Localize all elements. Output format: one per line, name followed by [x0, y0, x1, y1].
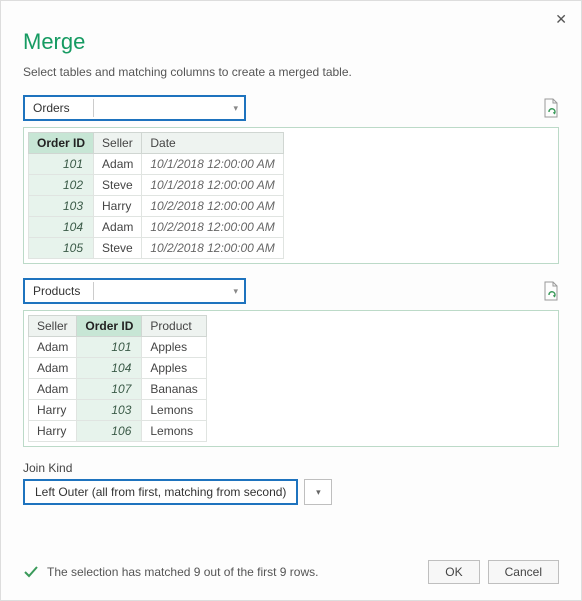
cell: 10/2/2018 12:00:00 AM [142, 238, 283, 259]
chevron-down-icon[interactable]: ▾ [94, 280, 244, 302]
cell: 101 [29, 154, 94, 175]
cell: Harry [29, 400, 77, 421]
cell: 10/1/2018 12:00:00 AM [142, 154, 283, 175]
cell: Apples [142, 337, 206, 358]
table-row[interactable]: 104Adam10/2/2018 12:00:00 AM [29, 217, 284, 238]
table-row[interactable]: Harry103Lemons [29, 400, 207, 421]
dialog-subtitle: Select tables and matching columns to cr… [23, 65, 559, 79]
column-header[interactable]: Date [142, 133, 283, 154]
column-header[interactable]: Seller [29, 316, 77, 337]
table-row[interactable]: Adam104Apples [29, 358, 207, 379]
table1-preview: Order IDSellerDate101Adam10/1/2018 12:00… [23, 127, 559, 264]
table-row[interactable]: 101Adam10/1/2018 12:00:00 AM [29, 154, 284, 175]
table2-picker[interactable]: Products ▾ [23, 278, 246, 304]
join-kind-select[interactable]: Left Outer (all from first, matching fro… [23, 479, 298, 505]
table-row[interactable]: Harry106Lemons [29, 421, 207, 442]
check-icon [23, 564, 39, 580]
table-row[interactable]: 103Harry10/2/2018 12:00:00 AM [29, 196, 284, 217]
cell: Adam [29, 337, 77, 358]
cell: Harry [29, 421, 77, 442]
column-header[interactable]: Product [142, 316, 206, 337]
cell: Steve [94, 175, 142, 196]
table1-picker[interactable]: Orders ▾ [23, 95, 246, 121]
browse-file-icon[interactable] [543, 281, 559, 301]
join-kind-label: Join Kind [23, 461, 559, 475]
browse-file-icon[interactable] [543, 98, 559, 118]
cancel-button[interactable]: Cancel [488, 560, 559, 584]
table1-name: Orders [25, 99, 93, 117]
cell: 10/1/2018 12:00:00 AM [142, 175, 283, 196]
dialog-title: Merge [23, 29, 559, 55]
cell: Adam [29, 379, 77, 400]
cell: Lemons [142, 400, 206, 421]
close-icon[interactable]: ✕ [555, 11, 567, 28]
column-header[interactable]: Seller [94, 133, 142, 154]
cell: Lemons [142, 421, 206, 442]
cell: Harry [94, 196, 142, 217]
column-header[interactable]: Order ID [77, 316, 142, 337]
chevron-down-icon[interactable]: ▾ [94, 97, 244, 119]
table-row[interactable]: 105Steve10/2/2018 12:00:00 AM [29, 238, 284, 259]
cell: Adam [29, 358, 77, 379]
cell: 102 [29, 175, 94, 196]
cell: Bananas [142, 379, 206, 400]
cell: 106 [77, 421, 142, 442]
cell: 103 [29, 196, 94, 217]
table-row[interactable]: Adam107Bananas [29, 379, 207, 400]
cell: Adam [94, 217, 142, 238]
table-row[interactable]: Adam101Apples [29, 337, 207, 358]
cell: 10/2/2018 12:00:00 AM [142, 196, 283, 217]
cell: Apples [142, 358, 206, 379]
cell: Steve [94, 238, 142, 259]
cell: Adam [94, 154, 142, 175]
chevron-down-icon[interactable]: ▾ [304, 479, 332, 505]
cell: 104 [77, 358, 142, 379]
column-header[interactable]: Order ID [29, 133, 94, 154]
cell: 10/2/2018 12:00:00 AM [142, 217, 283, 238]
join-kind-value: Left Outer (all from first, matching fro… [25, 483, 296, 501]
cell: 105 [29, 238, 94, 259]
cell: 101 [77, 337, 142, 358]
cell: 104 [29, 217, 94, 238]
merge-dialog: ✕ Merge Select tables and matching colum… [0, 0, 582, 601]
match-status: The selection has matched 9 out of the f… [47, 565, 420, 579]
table-row[interactable]: 102Steve10/1/2018 12:00:00 AM [29, 175, 284, 196]
table2-name: Products [25, 282, 93, 300]
cell: 103 [77, 400, 142, 421]
table2-preview: SellerOrder IDProductAdam101ApplesAdam10… [23, 310, 559, 447]
cell: 107 [77, 379, 142, 400]
ok-button[interactable]: OK [428, 560, 479, 584]
